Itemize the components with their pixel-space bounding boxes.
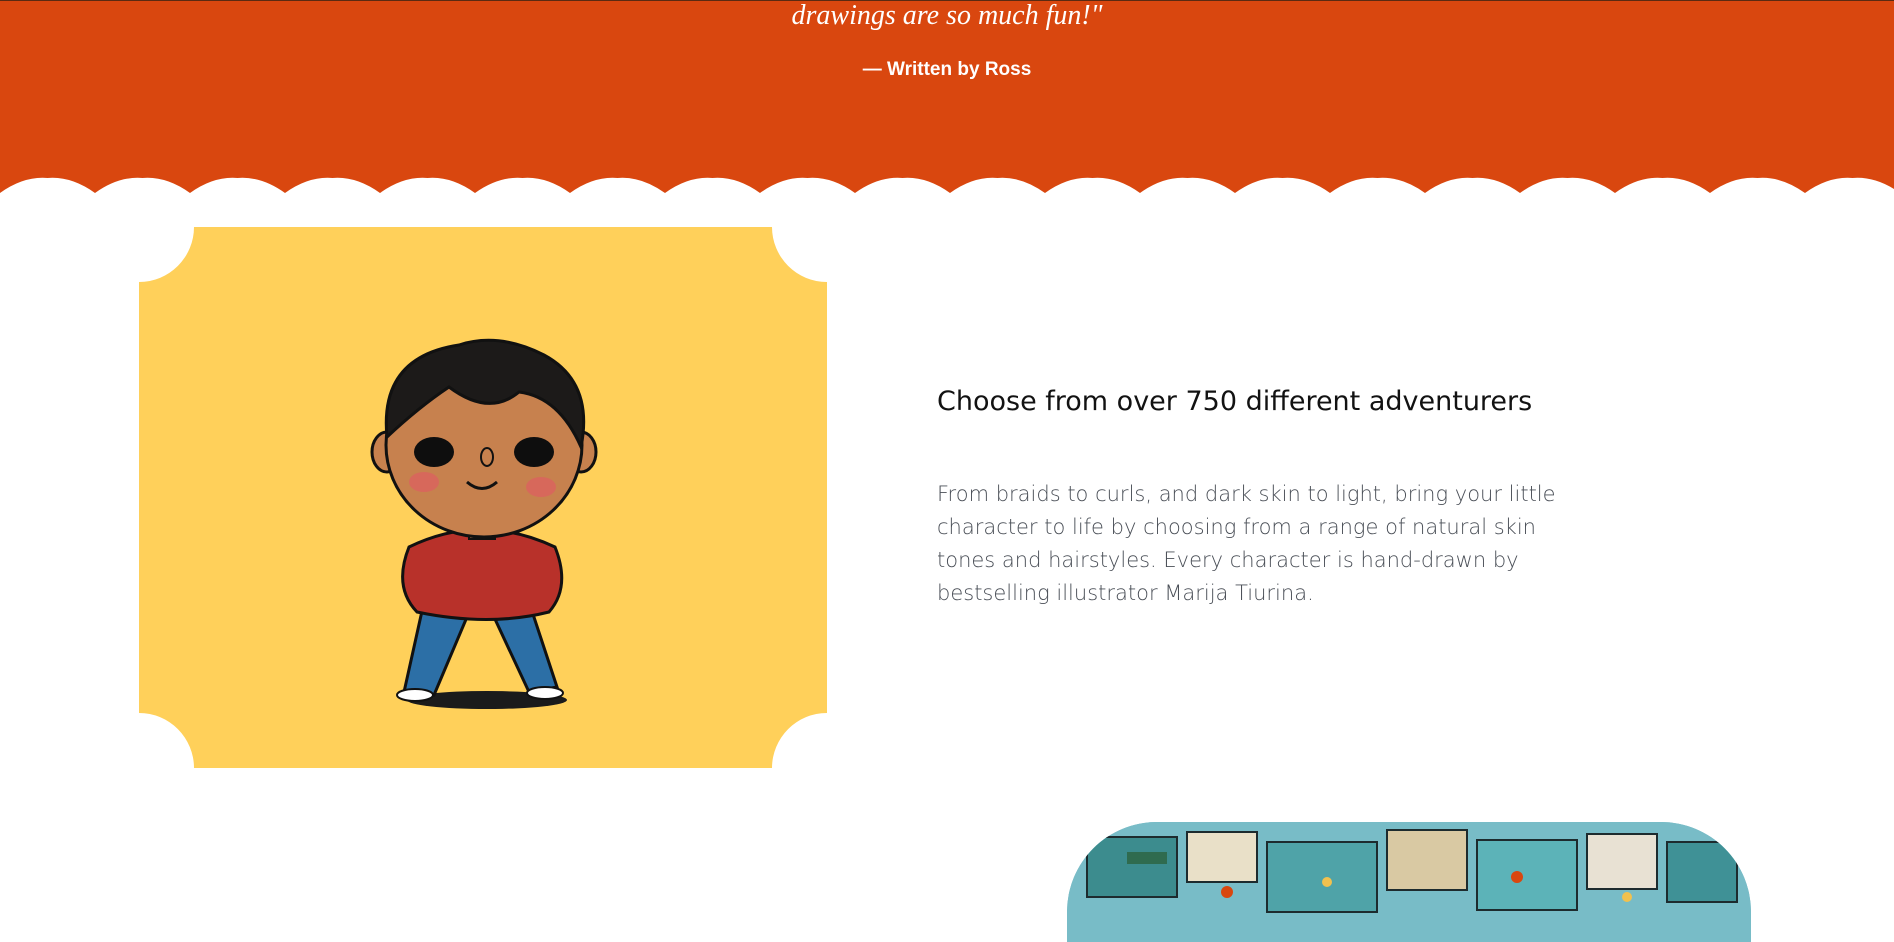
feature-description: From braids to curls, and dark skin to l…: [937, 482, 1556, 605]
scene-artwork: [1067, 822, 1751, 942]
city-scene-illustration: [1067, 822, 1751, 942]
scalloped-wave-divider: [0, 177, 1894, 202]
testimonial-quote: drawings are so much fun!": [791, 0, 1103, 31]
testimonial-author: — Written by Ross: [862, 59, 1032, 80]
character-card: [139, 227, 827, 768]
character-illustration: [370, 338, 598, 709]
top-border: [0, 0, 1894, 1]
feature-heading: Choose from over 750 different adventure…: [937, 386, 1533, 417]
